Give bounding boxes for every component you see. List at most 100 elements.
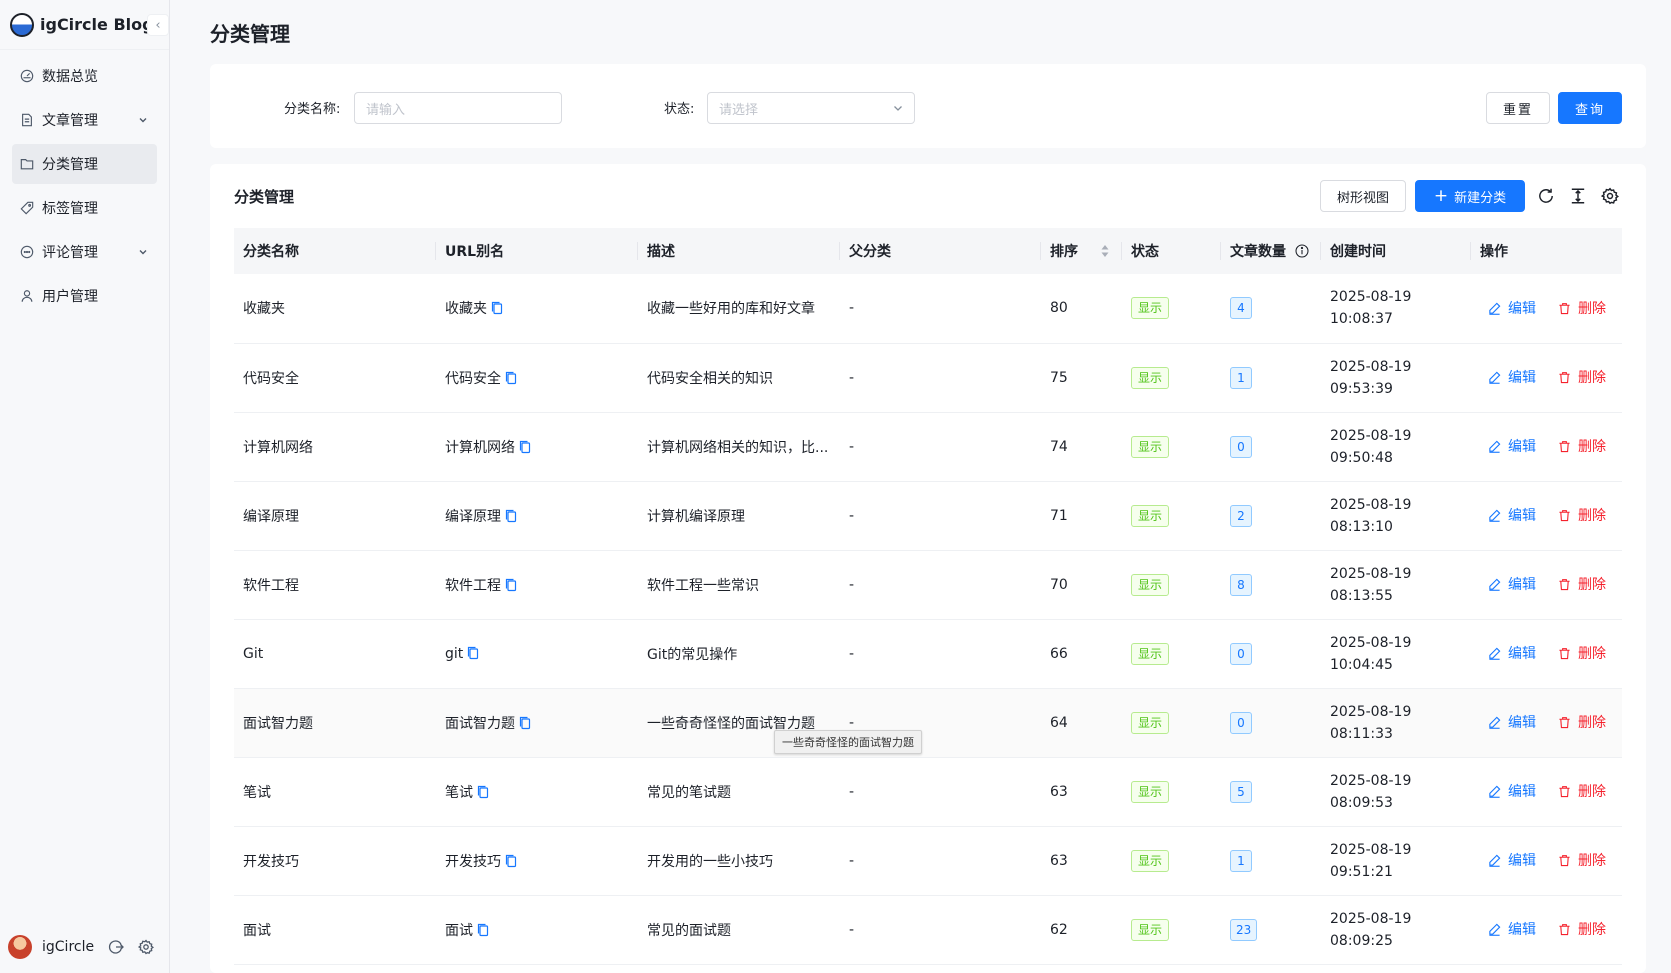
new-category-button[interactable]: + 新建分类 xyxy=(1415,180,1525,212)
delete-button[interactable]: 删除 xyxy=(1558,850,1606,870)
filter-card: 分类名称: 请输入 状态: 请选择 重置 查询 xyxy=(210,64,1646,148)
brand[interactable]: igCircle Blog ‹ xyxy=(0,0,169,50)
edit-label: 编辑 xyxy=(1508,577,1536,594)
sidebar-item-tags[interactable]: 标签管理 xyxy=(12,188,157,228)
settings-icon[interactable] xyxy=(1601,187,1619,205)
copy-icon[interactable] xyxy=(505,371,517,385)
sidebar-item-dashboard[interactable]: 数据总览 xyxy=(12,56,157,96)
delete-button[interactable]: 删除 xyxy=(1558,436,1606,456)
cell-parent: - xyxy=(840,412,1041,482)
created-date: 2025-08-19 xyxy=(1330,772,1412,789)
column-header: 创建时间 xyxy=(1321,228,1471,274)
density-icon[interactable] xyxy=(1569,187,1587,205)
copy-icon[interactable] xyxy=(519,440,531,454)
edit-label: 编辑 xyxy=(1508,853,1536,870)
copy-icon[interactable] xyxy=(491,301,503,315)
sidebar-item-categories[interactable]: 分类管理 xyxy=(12,144,157,184)
refresh-icon[interactable] xyxy=(1537,187,1555,205)
collapse-sidebar-button[interactable]: ‹ xyxy=(147,14,169,36)
delete-button[interactable]: 删除 xyxy=(1558,712,1606,732)
created-time: 10:08:37 xyxy=(1330,311,1393,328)
edit-button[interactable]: 编辑 xyxy=(1488,643,1536,663)
table-title: 分类管理 xyxy=(234,188,295,206)
slug-text: git xyxy=(445,645,464,662)
table-header: 分类名称 URL别名 描述 父分类 排序 状态 文章数量 创建时间 操作 xyxy=(234,228,1622,274)
edit-button[interactable]: 编辑 xyxy=(1488,919,1536,939)
delete-button[interactable]: 删除 xyxy=(1558,643,1606,663)
cell-description: Git的常见操作 xyxy=(638,619,840,689)
delete-label: 删除 xyxy=(1578,784,1606,801)
cell-description: 计算机编译原理 xyxy=(638,481,840,551)
cell-actions: 编辑 删除 xyxy=(1471,895,1622,965)
count-badge: 8 xyxy=(1230,573,1252,596)
edit-button[interactable]: 编辑 xyxy=(1488,367,1536,387)
delete-button[interactable]: 删除 xyxy=(1558,574,1606,594)
avatar[interactable] xyxy=(8,935,32,959)
copy-icon[interactable] xyxy=(519,716,531,730)
delete-label: 删除 xyxy=(1578,922,1606,939)
delete-button[interactable]: 删除 xyxy=(1558,367,1606,387)
edit-button[interactable]: 编辑 xyxy=(1488,298,1536,318)
copy-icon[interactable] xyxy=(477,785,489,799)
count-badge: 1 xyxy=(1230,366,1252,389)
cell-status: 显示 xyxy=(1122,481,1221,551)
file-icon xyxy=(20,113,34,127)
user-name: igCircle xyxy=(42,939,95,955)
delete-button[interactable]: 删除 xyxy=(1558,505,1606,525)
chevron-down-icon xyxy=(892,102,904,114)
cell-category-name: 收藏夹 xyxy=(234,274,436,344)
reset-button[interactable]: 重置 xyxy=(1486,92,1550,124)
cell-actions: 编辑 删除 xyxy=(1471,343,1622,413)
status-badge: 显示 xyxy=(1131,918,1170,941)
cell-status: 显示 xyxy=(1122,895,1221,965)
copy-icon[interactable] xyxy=(505,509,517,523)
delete-button[interactable]: 删除 xyxy=(1558,298,1606,318)
sidebar-item-users[interactable]: 用户管理 xyxy=(12,276,157,316)
cell-status: 显示 xyxy=(1122,688,1221,758)
edit-button[interactable]: 编辑 xyxy=(1488,850,1536,870)
delete-button[interactable]: 删除 xyxy=(1558,781,1606,801)
category-name-input[interactable]: 请输入 xyxy=(354,92,562,124)
cell-status: 显示 xyxy=(1122,757,1221,827)
logout-icon[interactable] xyxy=(108,939,125,955)
copy-icon[interactable] xyxy=(505,578,517,592)
status-badge: 显示 xyxy=(1131,504,1170,527)
sidebar-item-articles[interactable]: 文章管理 xyxy=(12,100,157,140)
cell-actions: 编辑 删除 xyxy=(1471,619,1622,689)
delete-button[interactable]: 删除 xyxy=(1558,919,1606,939)
edit-button[interactable]: 编辑 xyxy=(1488,781,1536,801)
gear-icon[interactable] xyxy=(138,939,155,955)
copy-icon[interactable] xyxy=(467,646,479,660)
trash-icon xyxy=(1558,785,1578,798)
user-bar: igCircle xyxy=(0,921,170,973)
edit-button[interactable]: 编辑 xyxy=(1488,505,1536,525)
tree-view-button[interactable]: 树形视图 xyxy=(1320,180,1406,212)
cell-sort: 63 xyxy=(1041,757,1122,827)
edit-label: 编辑 xyxy=(1508,784,1536,801)
trash-icon xyxy=(1558,440,1578,453)
table-row: 面试智力题 面试智力题 一些奇奇怪怪的面试智力题 -64 显示 0 2025-08-19 08… xyxy=(234,688,1622,758)
column-header: 分类名称 xyxy=(234,228,436,274)
logo-icon xyxy=(10,12,34,37)
edit-label: 编辑 xyxy=(1508,646,1536,663)
edit-button[interactable]: 编辑 xyxy=(1488,574,1536,594)
created-date: 2025-08-19 xyxy=(1330,703,1412,720)
cell-description: 代码安全相关的知识 xyxy=(638,343,840,413)
sort-icon[interactable] xyxy=(1100,244,1110,258)
sidebar-item-label: 评论管理 xyxy=(42,245,98,261)
copy-icon[interactable] xyxy=(477,923,489,937)
search-button[interactable]: 查询 xyxy=(1558,92,1622,124)
cell-parent: - xyxy=(840,757,1041,827)
cell-created-time: 2025-08-19 08:09:53 xyxy=(1321,757,1471,827)
column-header: 操作 xyxy=(1471,228,1622,274)
edit-button[interactable]: 编辑 xyxy=(1488,436,1536,456)
edit-button[interactable]: 编辑 xyxy=(1488,712,1536,732)
sidebar-item-comments[interactable]: 评论管理 xyxy=(12,232,157,272)
copy-icon[interactable] xyxy=(505,854,517,868)
column-header-sortable[interactable]: 排序 xyxy=(1041,228,1122,274)
table-card: 分类管理 树形视图 + 新建分类 分类名称 URL别名 描述 父分类 排序 状态… xyxy=(210,164,1646,973)
slug-text: 代码安全 xyxy=(445,370,501,387)
info-icon[interactable] xyxy=(1295,244,1309,258)
status-select[interactable]: 请选择 xyxy=(707,92,915,124)
delete-label: 删除 xyxy=(1578,577,1606,594)
